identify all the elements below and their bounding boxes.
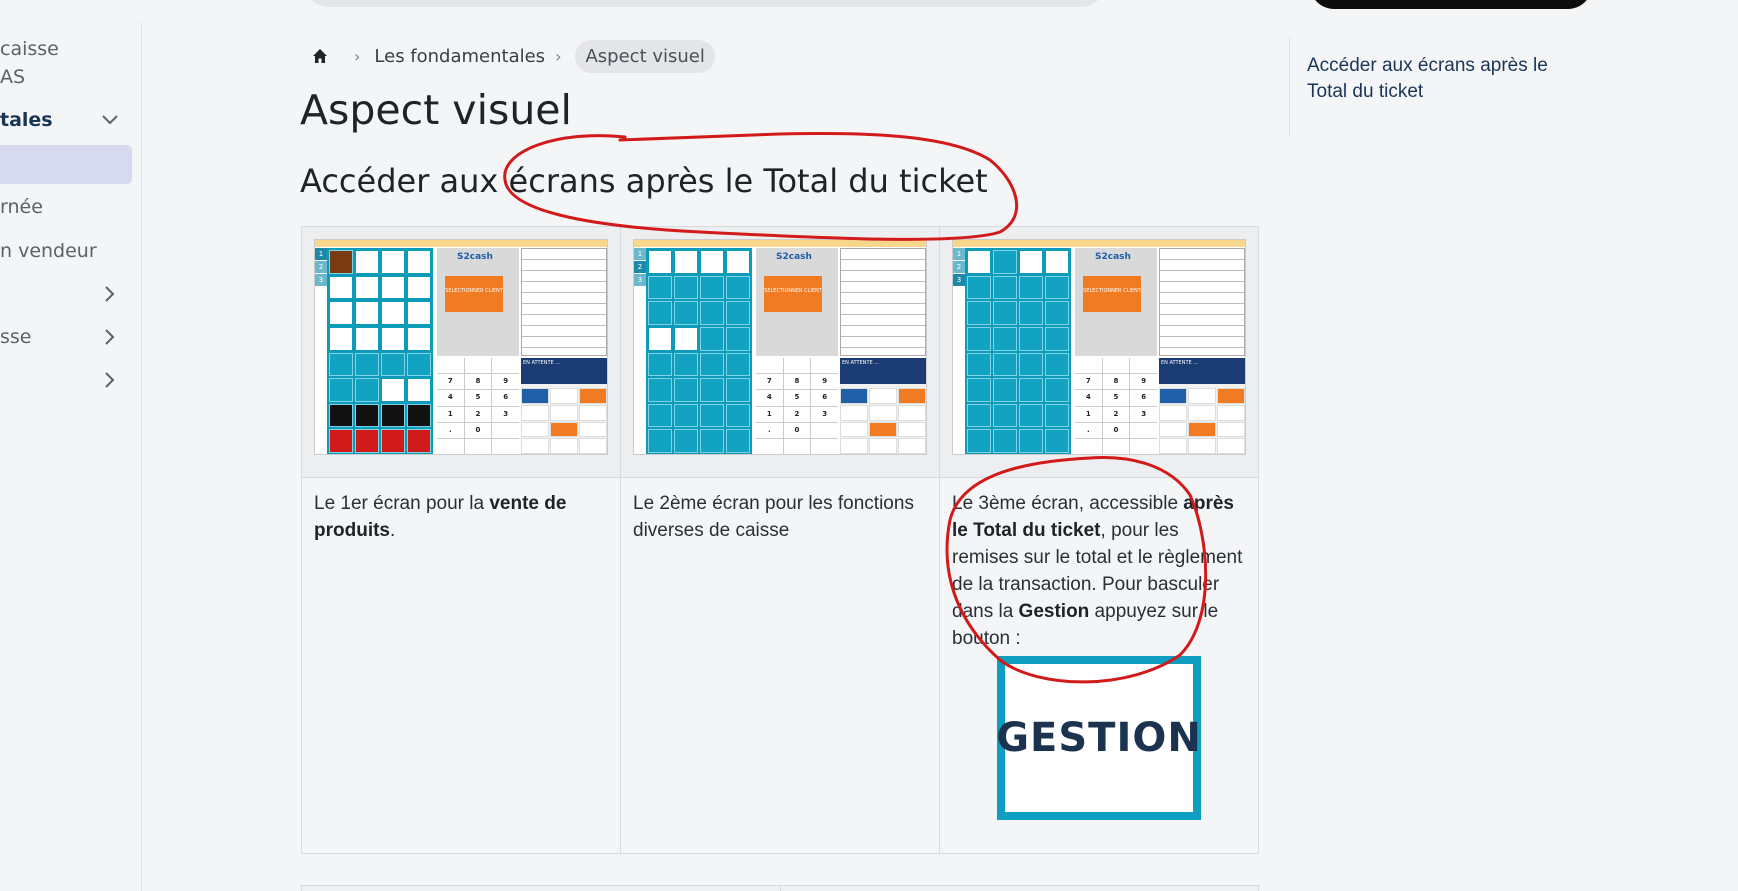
- next-table: [301, 885, 1259, 891]
- sidebar-item-as[interactable]: AS: [0, 64, 25, 90]
- table-cell-image-3: 1 2 3 S2cash SELECTIONNER CLIENT 789 456 …: [940, 227, 1258, 478]
- toc-link-acceder-ecrans[interactable]: Accéder aux écrans après le Total du tic…: [1307, 55, 1548, 102]
- pos-screen-1-image: 1 2 3 S2cash SELECTIONNER CLIENT 789 456 …: [314, 239, 608, 455]
- cell-3-bold-gestion: Gestion: [1018, 601, 1090, 622]
- page-title: Aspect visuel: [300, 86, 572, 134]
- top-action-button[interactable]: [1310, 0, 1592, 9]
- breadcrumb-current: Aspect visuel: [575, 39, 715, 73]
- sidebar-selected-highlight[interactable]: [0, 145, 132, 184]
- table-cell-text-3: Le 3ème écran, accessible après le Total…: [940, 478, 1258, 854]
- cell-1-text: Le 1er écran pour la: [314, 493, 490, 514]
- cell-3-text: Le 3ème écran, accessible: [952, 493, 1184, 514]
- sidebar-item-fondamentales[interactable]: tales: [0, 107, 53, 133]
- chevron-down-icon[interactable]: [100, 110, 120, 130]
- chevron-right-icon[interactable]: [100, 327, 120, 347]
- sidebar: caisse AS tales rnée n vendeur sse: [0, 22, 142, 891]
- chevron-right-icon[interactable]: [100, 284, 120, 304]
- table-cell-image-2: 1 2 3 S2cash SELECTIONNER CLIENT 789 456 …: [621, 227, 940, 478]
- pos-screen-3-image: 1 2 3 S2cash SELECTIONNER CLIENT 789 456 …: [952, 239, 1246, 455]
- table-cell-text-1: Le 1er écran pour la vente de produits.: [302, 478, 621, 854]
- section-title: Accéder aux écrans après le Total du tic…: [300, 162, 988, 200]
- cell-2-text: Le 2ème écran pour les fonctions diverse…: [633, 493, 914, 541]
- search-bar[interactable]: [305, 0, 1105, 7]
- sidebar-item-caisse[interactable]: caisse: [0, 36, 59, 62]
- cell-1-text-end: .: [390, 520, 396, 541]
- breadcrumb-item-fondamentales[interactable]: Les fondamentales: [374, 46, 545, 67]
- sidebar-item-vendeur[interactable]: n vendeur: [0, 238, 97, 264]
- breadcrumb-separator: ›: [555, 46, 562, 66]
- breadcrumb: › Les fondamentales › Aspect visuel: [310, 38, 715, 74]
- sidebar-item-journee[interactable]: rnée: [0, 194, 43, 220]
- chevron-right-icon[interactable]: [100, 370, 120, 390]
- table-cell-text-2: Le 2ème écran pour les fonctions diverse…: [621, 478, 940, 854]
- breadcrumb-separator: ›: [354, 46, 361, 66]
- gestion-button-label: GESTION: [996, 664, 1201, 812]
- pos-screen-2-image: 1 2 3 S2cash SELECTIONNER CLIENT 789 456 …: [633, 239, 927, 455]
- table-cell-image-1: 1 2 3 S2cash SELECTIONNER CLIENT 789 456 …: [302, 227, 621, 478]
- screens-table: 1 2 3 S2cash SELECTIONNER CLIENT 789 456 …: [301, 226, 1259, 854]
- table-of-contents: Accéder aux écrans après le Total du tic…: [1289, 38, 1579, 136]
- sidebar-item-caisse-2[interactable]: sse: [0, 324, 32, 350]
- gestion-button-image: GESTION: [996, 656, 1201, 820]
- home-icon[interactable]: [310, 46, 330, 66]
